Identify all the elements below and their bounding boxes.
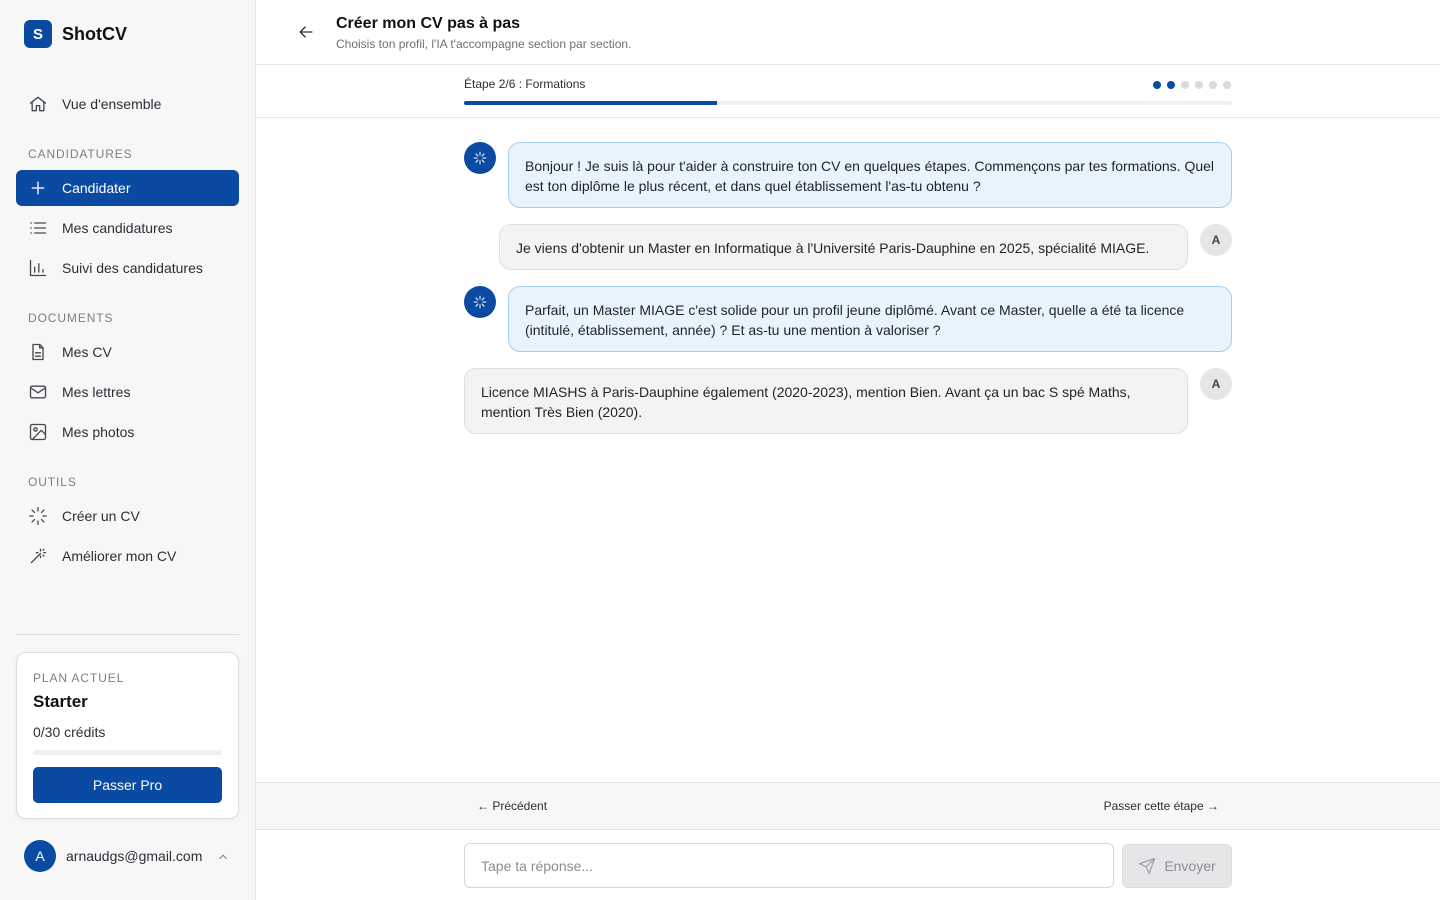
section-candidatures: CANDIDATURES [28,147,133,161]
assistant-bubble: Bonjour ! Je suis là pour t'aider à cons… [508,142,1232,208]
sidebar-divider [16,634,239,635]
section-outils: OUTILS [28,475,77,489]
loader-sparkle-icon [29,507,47,525]
nav-mes-candidatures-label: Mes candidatures [62,220,173,236]
upgrade-pro-button[interactable]: Passer Pro [33,767,222,803]
section-documents: DOCUMENTS [28,311,114,325]
sparkle-icon [473,151,487,165]
step-dot [1223,81,1231,89]
brand-logo: S [24,20,52,48]
document-icon [32,343,44,361]
sidebar: S ShotCV Vue d'ensemble CANDIDATURES Can… [0,0,256,900]
assistant-avatar [464,286,496,318]
user-menu[interactable]: A arnaudgs@gmail.com [24,840,202,872]
avatar: A [24,840,56,872]
brand-name: ShotCV [62,23,127,44]
nav-suivi[interactable]: Suivi des candidatures [16,250,239,286]
step-indicator: Étape 2/6 : Formations [256,65,1440,118]
bar-chart-icon [29,259,47,277]
nav-ameliorer-cv-label: Améliorer mon CV [62,548,177,564]
send-button-label: Envoyer [1164,858,1216,874]
previous-step-link[interactable]: ← Précédent [477,799,547,813]
main-content: Créer mon CV pas à pas Choisis ton profi… [256,0,1440,900]
brand[interactable]: S ShotCV [24,20,127,48]
nav-creer-cv-label: Créer un CV [62,508,140,524]
step-navigation: ← Précédent Passer cette étape → [256,782,1440,830]
page-header: Créer mon CV pas à pas Choisis ton profi… [256,0,1440,65]
step-dot [1209,81,1217,89]
assistant-bubble: Parfait, un Master MIAGE c'est solide po… [508,286,1232,352]
step-label: Étape 2/6 : Formations [464,77,586,91]
nav-mes-lettres-label: Mes lettres [62,384,131,400]
nav-mes-photos[interactable]: Mes photos [16,414,239,450]
mail-icon [29,385,47,399]
user-avatar: A [1200,368,1232,400]
nav-mes-candidatures[interactable]: Mes candidatures [16,210,239,246]
nav-candidater-label: Candidater [62,180,131,196]
home-icon [29,96,47,112]
nav-mes-photos-label: Mes photos [62,424,135,440]
step-dot [1153,81,1161,89]
assistant-avatar [464,142,496,174]
nav-candidater[interactable]: Candidater [16,170,239,206]
step-dot [1181,81,1189,89]
nav-mes-cv-label: Mes CV [62,344,112,360]
user-avatar: A [1200,224,1232,256]
step-dot [1167,81,1175,89]
step-dot [1195,81,1203,89]
reply-input[interactable] [464,843,1114,888]
credits-progress-bar [33,750,222,755]
plan-credits: 0/30 crédits [33,724,106,740]
nav-overview[interactable]: Vue d'ensemble [16,86,239,122]
page-title: Créer mon CV pas à pas [336,15,521,32]
user-email: arnaudgs@gmail.com [66,848,203,864]
step-progress-bar [464,101,1232,105]
chevron-up-icon[interactable] [216,850,230,864]
back-arrow-icon[interactable] [296,22,316,42]
image-icon [29,423,47,441]
page-subtitle: Choisis ton profil, l'IA t'accompagne se… [336,37,632,51]
plan-label: PLAN ACTUEL [33,671,125,685]
nav-suivi-label: Suivi des candidatures [62,260,203,276]
plan-name: Starter [33,692,88,711]
magic-wand-icon [30,548,47,564]
send-icon [1139,857,1156,875]
send-button[interactable]: Envoyer [1122,844,1232,888]
nav-mes-lettres[interactable]: Mes lettres [16,374,239,410]
step-dots [1153,81,1231,89]
nav-mes-cv[interactable]: Mes CV [16,334,239,370]
plan-card: PLAN ACTUEL Starter 0/30 crédits Passer … [16,652,239,819]
step-progress-fill [464,101,718,105]
list-icon [30,222,47,234]
nav-overview-label: Vue d'ensemble [62,96,162,112]
plus-icon [31,181,45,195]
user-bubble: Licence MIASHS à Paris-Dauphine égalemen… [464,368,1188,434]
user-bubble: Je viens d'obtenir un Master en Informat… [499,224,1188,270]
nav-creer-cv[interactable]: Créer un CV [16,498,239,534]
sparkle-icon [473,295,487,309]
nav-ameliorer-cv[interactable]: Améliorer mon CV [16,538,239,574]
skip-step-link[interactable]: Passer cette étape → [1096,799,1219,813]
